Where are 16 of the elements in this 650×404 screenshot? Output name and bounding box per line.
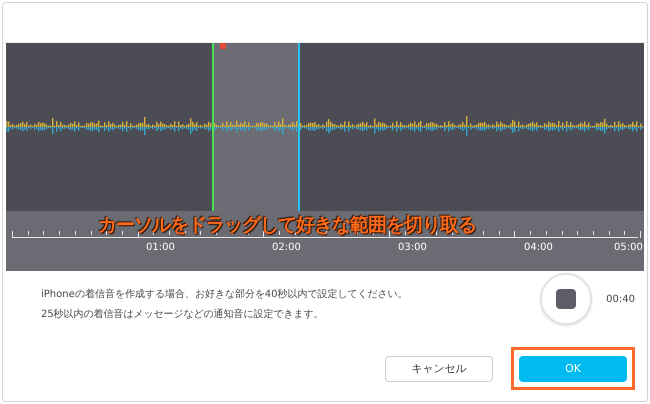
- playhead-marker: [220, 43, 226, 49]
- time-label: 04:00: [524, 241, 553, 255]
- stop-button[interactable]: [540, 273, 592, 325]
- time-label: 02:00: [272, 241, 301, 255]
- start-handle[interactable]: [212, 43, 214, 211]
- stop-icon: [556, 289, 576, 309]
- instruction-caption: カーソルをドラッグして好きな範囲を切り取る: [98, 213, 476, 238]
- time-label: 03:00: [398, 241, 427, 255]
- info-text: 25秒以内の着信音はメッセージなどの通知音に設定できます。: [41, 308, 325, 322]
- waveform-panel[interactable]: 01:00 02:00 03:00 04:00 05:00 カーソルをドラッグして好きな範囲を切り取る: [6, 43, 644, 271]
- time-label: 05:00: [614, 241, 643, 255]
- info-text: iPhoneの着信音を作成する場合、お好きな部分を40秒以内で設定してください。: [41, 288, 408, 302]
- duration-text: 00:40: [606, 292, 635, 306]
- end-handle[interactable]: [298, 43, 300, 211]
- cancel-button[interactable]: キャンセル: [385, 356, 493, 382]
- time-label: 01:00: [146, 241, 175, 255]
